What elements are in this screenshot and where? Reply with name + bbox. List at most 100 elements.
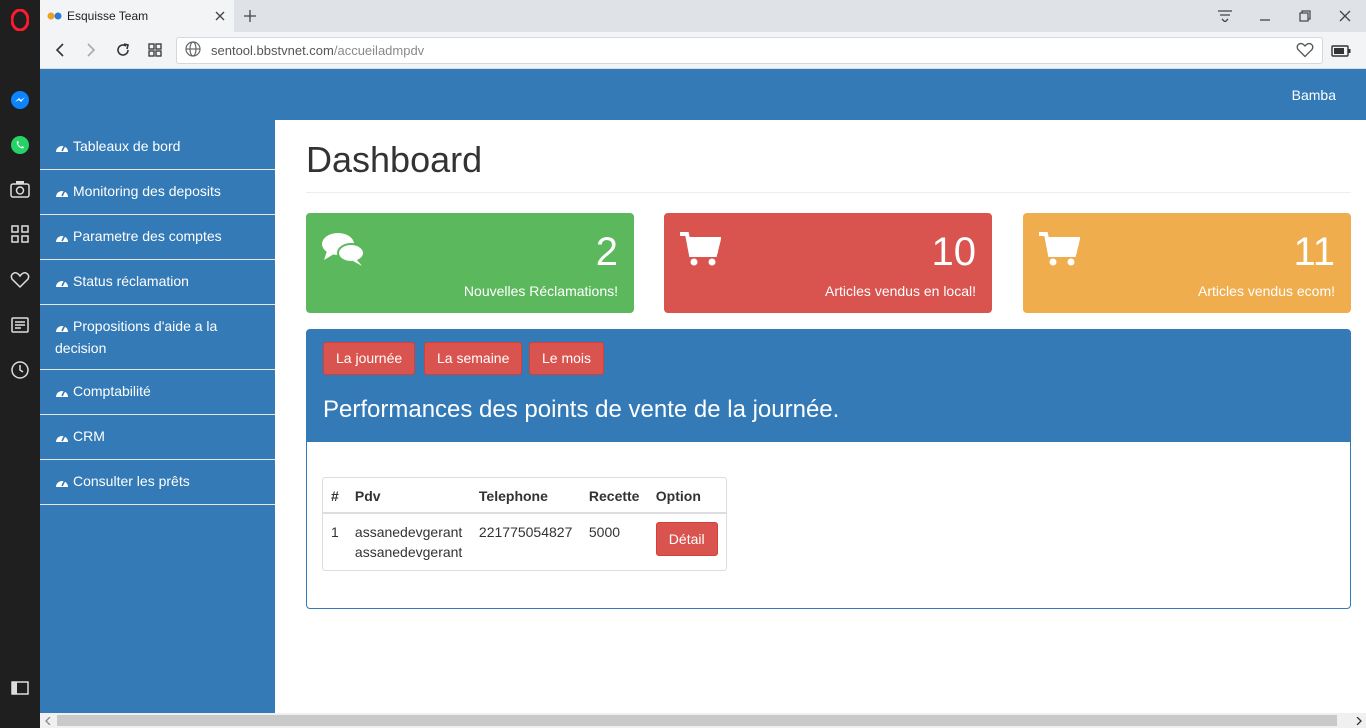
table-header-row: # Pdv Telephone Recette Option [323, 478, 726, 514]
battery-icon[interactable] [1326, 41, 1356, 61]
column-header: # [323, 478, 347, 514]
pdv-line: assanedevgerant [354, 524, 463, 540]
stat-label: Articles vendus en local! [825, 283, 976, 299]
sidebar-menu: Tableaux de bord Monitoring des deposits… [40, 120, 275, 713]
sidebar-item-label: Status réclamation [73, 273, 189, 289]
sidebar-item-label: Monitoring des deposits [73, 183, 221, 199]
performance-panel: La journée La semaine Le mois Performanc… [306, 329, 1351, 609]
dashboard-icon [55, 138, 69, 158]
camera-icon[interactable] [8, 177, 32, 201]
cell-pdv: assanedevgerant assanedevgerant [347, 513, 471, 570]
sidebar-item-label: Consulter les prêts [73, 473, 190, 489]
page-title: Dashboard [306, 140, 1351, 193]
favicon-icon [47, 8, 63, 24]
stat-value: 11 [1293, 230, 1335, 274]
filter-day-button[interactable]: La journée [323, 342, 416, 375]
performance-panel-header: La journée La semaine Le mois Performanc… [307, 330, 1350, 442]
tab-strip: Esquisse Team [40, 0, 1366, 32]
sidebar-item-crm[interactable]: CRM [40, 415, 275, 460]
opera-logo-icon[interactable] [8, 8, 32, 32]
column-header: Recette [580, 478, 648, 514]
tab-title: Esquisse Team [67, 9, 149, 23]
close-tab-icon[interactable] [208, 4, 232, 28]
column-header: Option [647, 478, 726, 514]
sidebar-item-label: Comptabilité [73, 383, 151, 399]
sidebar-item-comptabilite[interactable]: Comptabilité [40, 370, 275, 415]
sidebar-item-label: CRM [73, 428, 105, 444]
column-header: Pdv [346, 478, 471, 514]
history-clock-icon[interactable] [8, 358, 32, 382]
sidebar-item-status-reclamation[interactable]: Status réclamation [40, 260, 275, 305]
web-page: Bamba Tableaux de bord Monitoring des de… [40, 69, 1366, 713]
back-arrow-icon[interactable] [47, 38, 73, 62]
sidebar-toggle-icon[interactable] [8, 676, 32, 700]
stat-label: Nouvelles Réclamations! [463, 283, 618, 299]
messenger-icon[interactable] [8, 88, 32, 112]
url-host: sentool.bbstvnet.com [211, 43, 334, 58]
cell-num: 1 [331, 524, 339, 540]
browser-tab[interactable]: Esquisse Team [40, 0, 234, 32]
user-menu[interactable]: Bamba [1292, 87, 1336, 103]
new-tab-button[interactable] [238, 4, 262, 28]
column-header: Telephone [470, 478, 581, 514]
pdv-line: assanedevgerant [354, 544, 463, 560]
performance-title: Performances des points de vente de la j… [323, 396, 840, 423]
address-toolbar: sentool.bbstvnet.com/accueiladmpdv [40, 32, 1366, 69]
sidebar-item-propositions[interactable]: Propositions d'aide a la decision [40, 305, 275, 370]
comments-icon [321, 231, 365, 270]
url-text: sentool.bbstvnet.com/accueiladmpdv [211, 43, 424, 58]
news-icon[interactable] [8, 313, 32, 337]
dashboard-icon [55, 183, 69, 203]
sidebar-item-tableaux-de-bord[interactable]: Tableaux de bord [40, 125, 275, 170]
top-navbar: Bamba [40, 69, 1366, 120]
sidebar-item-parametre[interactable]: Parametre des comptes [40, 215, 275, 260]
bookmark-heart-icon[interactable] [1296, 42, 1314, 61]
dashboard-icon [55, 383, 69, 403]
opera-sidebar [0, 0, 40, 728]
dashboard-icon [55, 318, 69, 338]
tab-menu-icon[interactable] [1210, 4, 1240, 28]
scroll-right-icon[interactable] [1351, 713, 1366, 728]
stat-panel-reclamations[interactable]: 2 Nouvelles Réclamations! [306, 213, 634, 313]
stat-panel-ecom-sales[interactable]: 11 Articles vendus ecom! [1023, 213, 1351, 313]
restore-icon[interactable] [1290, 4, 1320, 28]
sidebar-item-label: Propositions d'aide a la decision [55, 318, 218, 356]
url-path: /accueiladmpdv [333, 43, 425, 58]
cart-icon [679, 231, 722, 270]
horizontal-scrollbar[interactable] [40, 713, 1366, 728]
speed-dial-icon[interactable] [142, 38, 168, 62]
dashboard-icon [55, 273, 69, 293]
url-bar[interactable]: sentool.bbstvnet.com/accueiladmpdv [176, 37, 1323, 64]
cell-option: Détail [648, 513, 726, 570]
dashboard-icon [55, 228, 69, 248]
stat-value: 2 [595, 230, 618, 274]
dashboard-icon [55, 428, 69, 448]
close-window-icon[interactable] [1330, 4, 1360, 28]
sidebar-item-monitoring[interactable]: Monitoring des deposits [40, 170, 275, 215]
filter-month-button[interactable]: Le mois [529, 342, 605, 375]
cart-icon [1038, 231, 1081, 270]
reload-icon[interactable] [110, 38, 136, 62]
stat-panel-local-sales[interactable]: 10 Articles vendus en local! [664, 213, 992, 313]
stat-value: 10 [931, 230, 977, 274]
whatsapp-icon[interactable] [8, 133, 32, 157]
dashboard-icon [55, 473, 69, 493]
performance-table: # Pdv Telephone Recette Option 1 assaned… [322, 477, 727, 571]
table-row: 1 assanedevgerant assanedevgerant 2217750… [323, 513, 726, 570]
filter-week-button[interactable]: La semaine [424, 342, 523, 375]
sidebar-item-label: Parametre des comptes [73, 228, 222, 244]
minimize-icon[interactable] [1250, 4, 1280, 28]
forward-arrow-icon[interactable] [78, 38, 104, 62]
stat-label: Articles vendus ecom! [1198, 283, 1335, 299]
cell-telephone: 221775054827 [478, 524, 573, 540]
apps-grid-icon[interactable] [8, 222, 32, 246]
heart-icon[interactable] [8, 268, 32, 292]
detail-button[interactable]: Détail [655, 522, 718, 556]
stat-panels: 2 Nouvelles Réclamations! 10 Articles ve… [306, 213, 1351, 333]
scroll-left-icon[interactable] [40, 713, 55, 728]
globe-icon [185, 41, 201, 60]
scrollbar-thumb[interactable] [57, 715, 1337, 726]
sidebar-item-label: Tableaux de bord [73, 138, 181, 154]
cell-recette: 5000 [588, 524, 621, 540]
sidebar-item-prets[interactable]: Consulter les prêts [40, 460, 275, 505]
